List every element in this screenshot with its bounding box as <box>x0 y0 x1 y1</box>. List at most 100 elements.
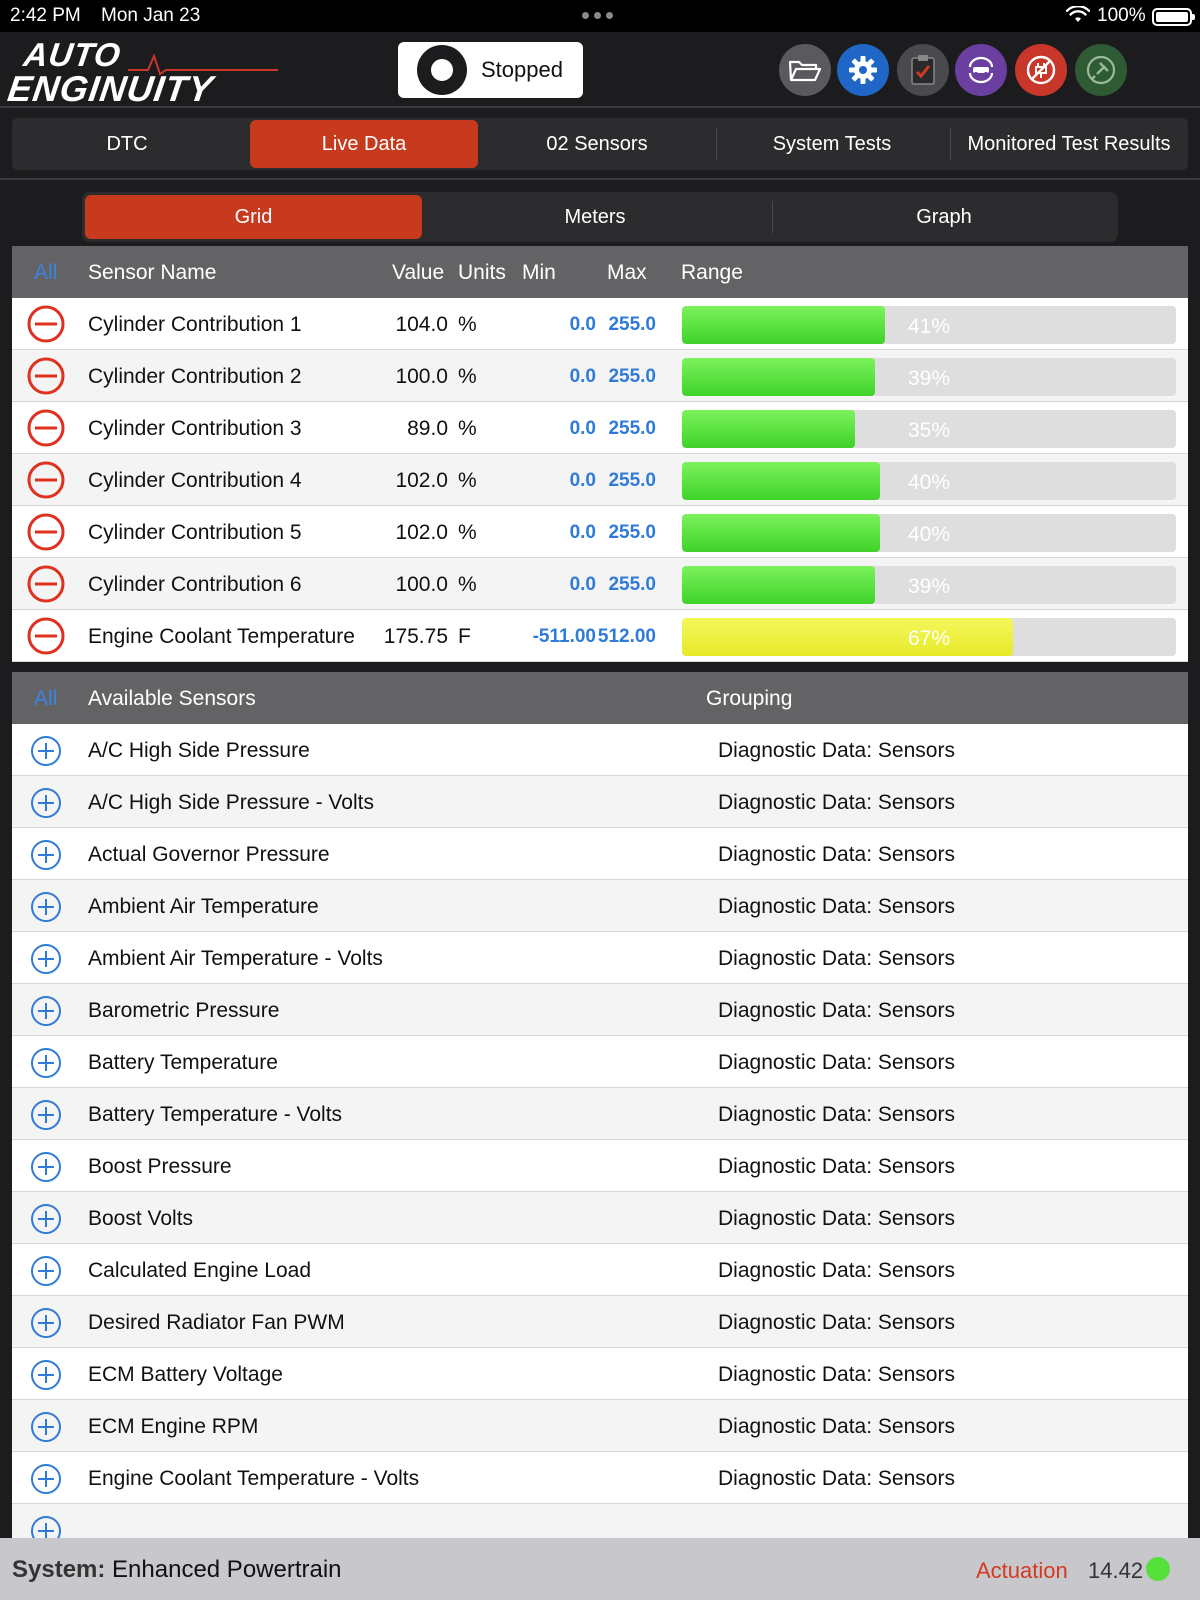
select-all-available[interactable]: All <box>34 687 57 711</box>
add-sensor-icon[interactable] <box>30 735 62 767</box>
remove-sensor-icon[interactable] <box>26 460 66 500</box>
add-sensor-icon[interactable] <box>30 1515 62 1538</box>
add-sensor-icon[interactable] <box>30 995 62 1027</box>
live-sensor-row[interactable]: Cylinder Contribution 5 102.0% 0.0 255.0 40% <box>12 506 1188 558</box>
sensor-max[interactable]: 512.00 <box>598 626 656 648</box>
available-sensor-row[interactable]: Ambient Air Temperature Diagnostic Data: … <box>12 880 1188 932</box>
available-sensor-row[interactable]: Engine Coolant Temperature - Volts Diagno… <box>12 1452 1188 1504</box>
col-range[interactable]: Range <box>681 261 743 285</box>
add-sensor-icon[interactable] <box>30 1255 62 1287</box>
col-units[interactable]: Units <box>458 261 506 285</box>
sensor-min[interactable]: -511.00 <box>533 626 596 648</box>
add-sensor-icon[interactable] <box>30 1203 62 1235</box>
multitask-dots-icon[interactable] <box>582 12 613 19</box>
live-sensor-row[interactable]: Cylinder Contribution 3 89.0% 0.0 255.0 35% <box>12 402 1188 454</box>
gear-icon[interactable] <box>837 44 889 96</box>
col-value[interactable]: Value <box>392 261 444 285</box>
available-sensor-row[interactable]: A/C High Side Pressure - Volts Diagnostic… <box>12 776 1188 828</box>
available-table-header: All Available Sensors Grouping <box>12 672 1188 724</box>
add-sensor-icon[interactable] <box>30 1411 62 1443</box>
col-max[interactable]: Max <box>607 261 647 285</box>
sensor-min[interactable]: 0.0 <box>570 418 596 440</box>
live-sensor-row[interactable]: Cylinder Contribution 2 100.0% 0.0 255.0 39% <box>12 350 1188 402</box>
remove-sensor-icon[interactable] <box>26 512 66 552</box>
col-grouping[interactable]: Grouping <box>706 687 792 711</box>
add-sensor-icon[interactable] <box>30 1463 62 1495</box>
record-toggle-button[interactable]: Stopped <box>398 42 583 98</box>
range-percent: 39% <box>907 575 951 598</box>
add-sensor-icon[interactable] <box>30 1047 62 1079</box>
available-sensor-row[interactable]: Calculated Engine Load Diagnostic Data: S… <box>12 1244 1188 1296</box>
reset-icon[interactable] <box>955 44 1007 96</box>
tab-system-tests[interactable]: System Tests <box>717 120 947 168</box>
available-sensor-row[interactable]: Battery Temperature Diagnostic Data: Sens… <box>12 1036 1188 1088</box>
sensor-max[interactable]: 255.0 <box>608 574 656 596</box>
tab-live-data[interactable]: Live Data <box>250 120 478 168</box>
sensor-max[interactable]: 255.0 <box>608 314 656 336</box>
sensor-max[interactable]: 255.0 <box>608 366 656 388</box>
available-sensor-row[interactable]: Boost Volts Diagnostic Data: Sensors <box>12 1192 1188 1244</box>
add-sensor-icon[interactable] <box>30 1307 62 1339</box>
available-sensor-row[interactable]: Barometric Pressure Diagnostic Data: Sens… <box>12 984 1188 1036</box>
col-available-sensors[interactable]: Available Sensors <box>88 687 256 711</box>
view-graph[interactable]: Graph <box>774 195 1114 239</box>
range-percent: 40% <box>907 471 951 494</box>
sensor-min[interactable]: 0.0 <box>570 470 596 492</box>
sensor-value: 89.0 <box>407 417 448 440</box>
live-sensor-row[interactable]: Cylinder Contribution 4 102.0% 0.0 255.0 40% <box>12 454 1188 506</box>
available-sensor-row[interactable]: Actual Governor Pressure Diagnostic Data:… <box>12 828 1188 880</box>
logo-pulse-icon <box>128 53 278 76</box>
add-sensor-icon[interactable] <box>30 1151 62 1183</box>
add-sensor-icon[interactable] <box>30 1099 62 1131</box>
remove-sensor-icon[interactable] <box>26 304 66 344</box>
live-sensor-row[interactable]: Cylinder Contribution 6 100.0% 0.0 255.0 39% <box>12 558 1188 610</box>
sensor-min[interactable]: 0.0 <box>570 366 596 388</box>
col-sensor-name[interactable]: Sensor Name <box>88 261 216 285</box>
sensor-grouping: Diagnostic Data: Sensors <box>718 1415 955 1438</box>
available-sensor-row[interactable]: ECM Battery Voltage Diagnostic Data: Sens… <box>12 1348 1188 1400</box>
sensor-min[interactable]: 0.0 <box>570 314 596 336</box>
sensor-max[interactable]: 255.0 <box>608 522 656 544</box>
tab-monitored-test-results[interactable]: Monitored Test Results <box>952 120 1186 168</box>
live-sensor-list: Cylinder Contribution 1 104.0% 0.0 255.0 41%… <box>12 298 1188 662</box>
sensor-min[interactable]: 0.0 <box>570 574 596 596</box>
range-percent: 39% <box>907 367 951 390</box>
disconnect-icon[interactable] <box>1015 44 1067 96</box>
sensor-max[interactable]: 255.0 <box>608 470 656 492</box>
available-sensor-name: Ambient Air Temperature - Volts <box>88 947 383 970</box>
view-meters[interactable]: Meters <box>426 195 764 239</box>
remove-sensor-icon[interactable] <box>26 616 66 656</box>
available-sensor-row[interactable]: ECM Engine RPM Diagnostic Data: Sensors <box>12 1400 1188 1452</box>
clipboard-icon[interactable] <box>897 44 949 96</box>
add-sensor-icon[interactable] <box>30 839 62 871</box>
select-all-live[interactable]: All <box>34 261 57 285</box>
view-grid[interactable]: Grid <box>85 195 422 239</box>
folder-icon[interactable] <box>779 44 831 96</box>
available-sensor-row[interactable]: Ambient Air Temperature - Volts Diagnosti… <box>12 932 1188 984</box>
remove-sensor-icon[interactable] <box>26 408 66 448</box>
available-sensor-row[interactable]: Desired Radiator Fan PWM Diagnostic Data:… <box>12 1296 1188 1348</box>
available-sensor-name: Barometric Pressure <box>88 999 280 1022</box>
available-sensor-row[interactable]: Boost Pressure Diagnostic Data: Sensors <box>12 1140 1188 1192</box>
available-sensor-row[interactable]: A/C High Side Pressure Diagnostic Data: S… <box>12 724 1188 776</box>
add-sensor-icon[interactable] <box>30 891 62 923</box>
add-sensor-icon[interactable] <box>30 787 62 819</box>
live-sensor-row[interactable]: Engine Coolant Temperature 175.75 F -511.00… <box>12 610 1188 662</box>
actuation-link[interactable]: Actuation <box>976 1558 1068 1584</box>
live-sensor-row[interactable]: Cylinder Contribution 1 104.0% 0.0 255.0 41% <box>12 298 1188 350</box>
available-sensor-row[interactable] <box>12 1504 1188 1538</box>
remove-sensor-icon[interactable] <box>26 356 66 396</box>
app-header: AUTO ENGINUITY Stopped <box>0 32 1200 109</box>
add-sensor-icon[interactable] <box>30 1359 62 1391</box>
col-min[interactable]: Min <box>522 261 556 285</box>
sensor-units: % <box>458 469 477 492</box>
connect-icon[interactable] <box>1075 44 1127 96</box>
add-sensor-icon[interactable] <box>30 943 62 975</box>
sensor-max[interactable]: 255.0 <box>608 418 656 440</box>
tab-02-sensors[interactable]: 02 Sensors <box>482 120 712 168</box>
system-indicator[interactable]: System: Enhanced Powertrain <box>12 1556 342 1584</box>
sensor-min[interactable]: 0.0 <box>570 522 596 544</box>
tab-dtc[interactable]: DTC <box>12 120 242 168</box>
remove-sensor-icon[interactable] <box>26 564 66 604</box>
available-sensor-row[interactable]: Battery Temperature - Volts Diagnostic Da… <box>12 1088 1188 1140</box>
